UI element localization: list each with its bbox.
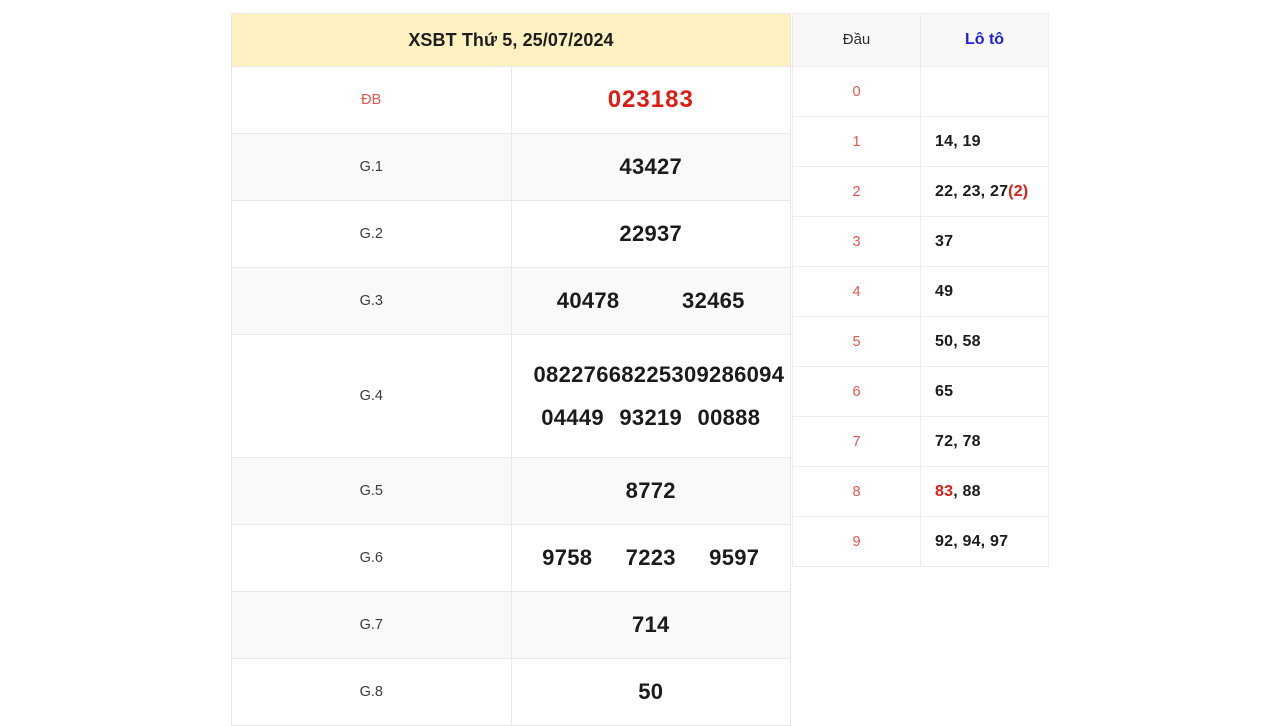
- loto-head-digit: 5: [792, 316, 921, 367]
- prize-row-g3: G.3 40478 32465: [231, 267, 791, 335]
- prize-number: 53092: [658, 361, 722, 387]
- loto-column-header-dau: Đầu: [792, 13, 921, 67]
- loto-values: [920, 66, 1049, 117]
- prize-row-g8: G.8 50: [231, 658, 791, 726]
- loto-row: 6 65: [792, 366, 1049, 417]
- loto-repeat-count: (2): [1008, 182, 1029, 200]
- loto-head-digit: 6: [792, 366, 921, 417]
- prize-label-g7: G.7: [231, 591, 512, 659]
- prize-number: 714: [631, 612, 670, 637]
- loto-row: 5 50, 58: [792, 316, 1049, 367]
- prize-number: 9597: [709, 545, 760, 570]
- prize-values-g4: 08227 66822 53092 86094 04449 93219 0088…: [510, 334, 791, 458]
- prize-label-g2: G.2: [231, 200, 512, 268]
- prize-number: 86094: [721, 361, 785, 387]
- prize-number: 43427: [619, 154, 683, 179]
- prize-row-g5: G.5 8772: [231, 457, 791, 525]
- loto-special-match: 83: [935, 482, 954, 500]
- prize-label-g8: G.8: [231, 658, 512, 726]
- prize-values-g7: 714: [510, 591, 791, 659]
- loto-row: 1 14, 19: [792, 116, 1049, 167]
- prize-label-g4: G.4: [231, 334, 512, 458]
- loto-row: 7 72, 78: [792, 416, 1049, 467]
- prize-values-g2: 22937: [510, 200, 791, 268]
- prize-values-g4-line2: 04449 93219 00888: [526, 405, 777, 431]
- prize-values-db: 023183: [510, 66, 791, 134]
- loto-summary-table: Đầu Lô tô 0 1 14, 19 2 22, 23, 27(2) 3 3…: [792, 13, 1049, 567]
- prize-number: 40478: [556, 288, 620, 313]
- loto-values: 72, 78: [920, 416, 1049, 467]
- loto-values: 50, 58: [920, 316, 1049, 367]
- prize-label-db: ĐB: [231, 66, 512, 134]
- loto-head-digit: 9: [792, 516, 921, 567]
- prize-values-g4-line1: 08227 66822 53092 86094: [526, 361, 784, 388]
- loto-values: 14, 19: [920, 116, 1049, 167]
- prize-label-g1: G.1: [231, 133, 512, 201]
- prize-number: 8772: [625, 478, 676, 503]
- prize-values-g8: 50: [510, 658, 791, 726]
- lottery-result-screen: XSBT Thứ 5, 25/07/2024 ĐB 023183 G.1 434…: [0, 0, 1280, 726]
- prize-label-g5: G.5: [231, 457, 512, 525]
- loto-column-header-loto: Lô tô: [920, 13, 1049, 67]
- prize-number: 08227: [533, 361, 597, 387]
- result-tables-wrapper: XSBT Thứ 5, 25/07/2024 ĐB 023183 G.1 434…: [231, 13, 1049, 726]
- prize-number: 66822: [596, 361, 659, 387]
- loto-values: 49: [920, 266, 1049, 317]
- prize-result-table: XSBT Thứ 5, 25/07/2024 ĐB 023183 G.1 434…: [231, 13, 791, 726]
- prize-row-g2: G.2 22937: [231, 200, 791, 268]
- loto-row: 8 83, 88: [792, 466, 1049, 517]
- prize-row-g4: G.4 08227 66822 53092 86094 04449 93219 …: [231, 334, 791, 458]
- prize-number: 7223: [625, 545, 676, 570]
- loto-values: 22, 23, 27(2): [920, 166, 1049, 217]
- prize-number: 9758: [542, 545, 593, 570]
- prize-row-db: ĐB 023183: [231, 66, 791, 134]
- loto-head-digit: 7: [792, 416, 921, 467]
- prize-values-g3: 40478 32465: [510, 267, 791, 335]
- loto-values: 83, 88: [920, 466, 1049, 517]
- loto-values-text: , 88: [953, 482, 981, 500]
- prize-label-g6: G.6: [231, 524, 512, 592]
- prize-values-g5: 8772: [510, 457, 791, 525]
- page-title: XSBT Thứ 5, 25/07/2024: [231, 13, 791, 67]
- loto-head-digit: 0: [792, 66, 921, 117]
- loto-row: 4 49: [792, 266, 1049, 317]
- loto-row: 2 22, 23, 27(2): [792, 166, 1049, 217]
- loto-head-digit: 3: [792, 216, 921, 267]
- loto-row: 0: [792, 66, 1049, 117]
- loto-head-digit: 8: [792, 466, 921, 517]
- loto-values-text: 22, 23, 27: [935, 182, 1009, 200]
- loto-values: 37: [920, 216, 1049, 267]
- prize-number: 50: [638, 679, 664, 704]
- prize-values-g1: 43427: [510, 133, 791, 201]
- prize-number: 32465: [682, 288, 745, 313]
- prize-number: 04449: [541, 404, 604, 430]
- prize-label-g3: G.3: [231, 267, 512, 335]
- prize-number: 22937: [619, 221, 683, 246]
- prize-values-g6: 9758 7223 9597: [510, 524, 791, 592]
- loto-table-header-row: Đầu Lô tô: [792, 13, 1049, 67]
- loto-head-digit: 4: [792, 266, 921, 317]
- prize-row-g7: G.7 714: [231, 591, 791, 659]
- prize-row-g6: G.6 9758 7223 9597: [231, 524, 791, 592]
- prize-row-g1: G.1 43427: [231, 133, 791, 201]
- prize-number: 00888: [697, 404, 761, 430]
- loto-head-digit: 1: [792, 116, 921, 167]
- loto-head-digit: 2: [792, 166, 921, 217]
- loto-row: 9 92, 94, 97: [792, 516, 1049, 567]
- prize-number-db: 023183: [607, 86, 694, 113]
- loto-values: 65: [920, 366, 1049, 417]
- prize-number: 93219: [619, 404, 683, 430]
- prize-table-header-row: XSBT Thứ 5, 25/07/2024: [231, 13, 791, 67]
- loto-values: 92, 94, 97: [920, 516, 1049, 567]
- loto-row: 3 37: [792, 216, 1049, 267]
